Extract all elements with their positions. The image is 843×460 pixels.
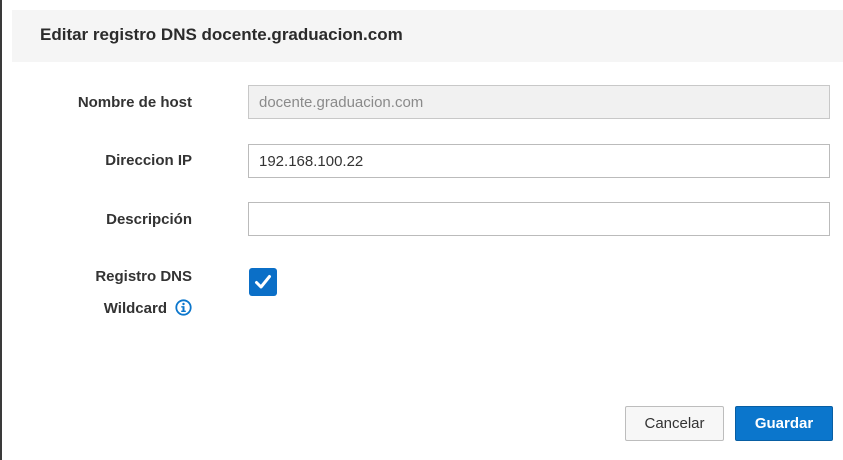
hostname-label: Nombre de host	[77, 94, 192, 111]
save-button[interactable]: Guardar	[735, 406, 833, 441]
cancel-button[interactable]: Cancelar	[625, 406, 724, 441]
description-label: Descripción	[106, 211, 192, 228]
wildcard-checkbox[interactable]	[249, 268, 277, 296]
wildcard-label-line2-wrap: Wildcard	[104, 299, 192, 320]
dialog-header: Editar registro DNS docente.graduacion.c…	[12, 10, 843, 62]
dialog-title: Editar registro DNS docente.graduacion.c…	[40, 25, 403, 44]
info-circle-icon[interactable]	[175, 299, 192, 320]
description-field[interactable]	[248, 202, 830, 236]
checkmark-icon	[255, 275, 271, 289]
hostname-field[interactable]	[248, 85, 830, 119]
ip-address-field[interactable]	[248, 144, 830, 178]
edit-dns-dialog: Editar registro DNS docente.graduacion.c…	[2, 0, 843, 460]
wildcard-label-line2: Wildcard	[103, 300, 167, 317]
wildcard-label-line1: Registro DNS	[95, 268, 192, 285]
ip-label: Direccion IP	[105, 152, 192, 169]
